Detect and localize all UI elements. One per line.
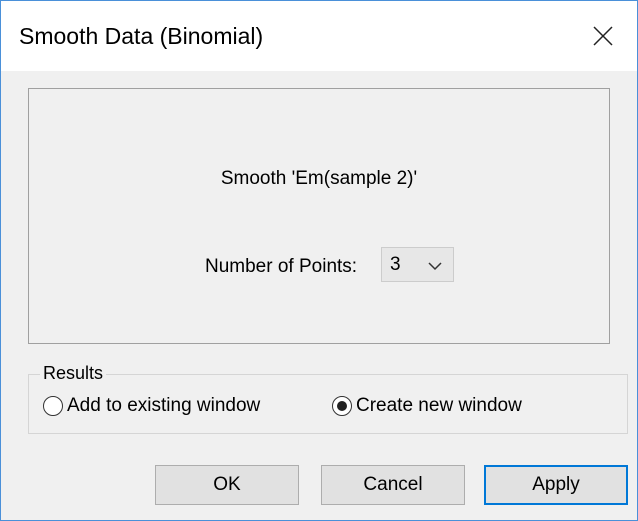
number-of-points-label: Number of Points: [205,256,358,277]
number-of-points-dropdown[interactable]: 3 [381,247,454,282]
title-bar: Smooth Data (Binomial) [1,1,637,71]
chevron-down-icon [427,259,443,277]
create-new-window-radio[interactable]: Create new window [332,395,522,417]
number-of-points-value: 3 [390,254,401,275]
window-title: Smooth Data (Binomial) [19,23,264,49]
cancel-button[interactable]: Cancel [321,465,465,505]
close-icon [583,19,623,53]
radio-circle-selected [332,396,352,416]
ok-button[interactable]: OK [155,465,299,505]
results-group: Results Add to existing window Create ne… [28,361,628,434]
options-panel: Smooth 'Em(sample 2)' Number of Points: … [28,88,610,344]
smooth-target-label: Smooth 'Em(sample 2)' [220,168,418,189]
dialog-window: Smooth Data (Binomial) Smooth 'Em(sample… [0,0,638,521]
create-new-window-label: Create new window [356,395,522,416]
results-legend: Results [40,361,107,385]
add-to-existing-window-label: Add to existing window [67,395,261,416]
close-button[interactable] [583,19,623,53]
radio-circle-unselected [43,396,63,416]
radio-selected-dot [337,401,347,411]
add-to-existing-window-radio[interactable]: Add to existing window [43,395,260,417]
apply-button[interactable]: Apply [484,465,628,505]
